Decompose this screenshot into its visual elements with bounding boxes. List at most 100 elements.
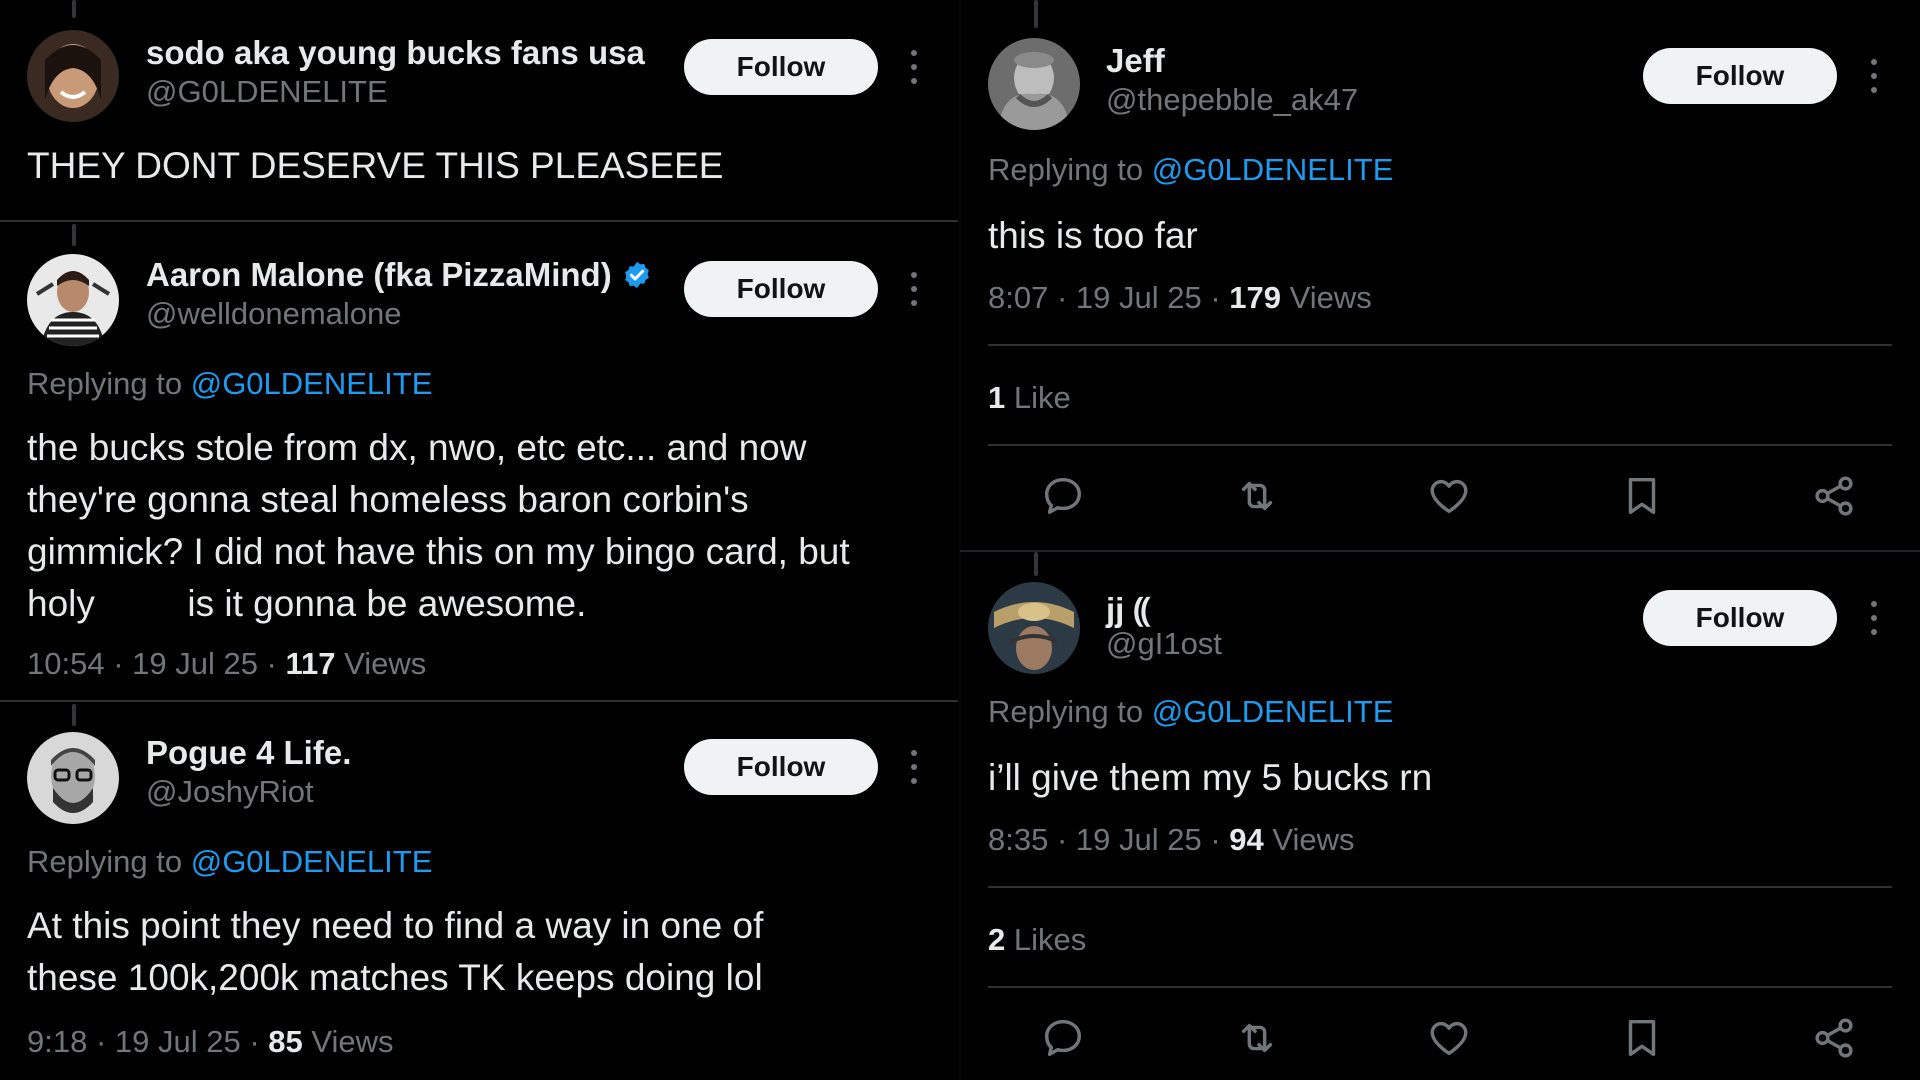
- follow-button[interactable]: Follow: [1643, 48, 1837, 104]
- like-icon[interactable]: [1423, 1012, 1475, 1064]
- mention-link[interactable]: @G0LDENELITE: [191, 366, 433, 401]
- verified-badge-icon: [622, 260, 652, 290]
- left-column: sodo aka young bucks fans usa @G0LDENELI…: [0, 0, 960, 1080]
- right-column: Jeff @thepebble_ak47 Follow Replying to …: [960, 0, 1920, 1080]
- tweet-meta: 8:35 · 19 Jul 25 · 94 Views: [988, 822, 1354, 858]
- divider: [988, 986, 1892, 988]
- bookmark-icon[interactable]: [1616, 1012, 1668, 1064]
- text-line: they're gonna steal homeless baron corbi…: [27, 479, 749, 520]
- thread-line: [72, 704, 76, 726]
- text-line: gimmick? I did not have this on my bingo…: [27, 531, 850, 572]
- timestamp[interactable]: 9:18 · 19 Jul 25 ·: [27, 1024, 268, 1059]
- tweet-meta: 8:07 · 19 Jul 25 · 179 Views: [988, 280, 1372, 316]
- follow-button[interactable]: Follow: [684, 739, 878, 795]
- mention-link[interactable]: @G0LDENELITE: [191, 844, 433, 879]
- follow-button[interactable]: Follow: [1643, 590, 1837, 646]
- display-name[interactable]: sodo aka young bucks fans usa: [146, 34, 645, 72]
- avatar[interactable]: [988, 582, 1080, 674]
- likes-label: Like: [1005, 380, 1071, 415]
- retweet-icon[interactable]: [1231, 1012, 1283, 1064]
- mention-link[interactable]: @G0LDENELITE: [1152, 152, 1394, 187]
- timestamp[interactable]: 10:54 · 19 Jul 25 ·: [27, 646, 286, 681]
- name-row: Aaron Malone (fka PizzaMind): [146, 256, 652, 294]
- views-label: Views: [335, 646, 427, 681]
- more-options-icon[interactable]: [909, 50, 919, 84]
- likes-count: 1: [988, 380, 1006, 415]
- handle[interactable]: @thepebble_ak47: [1106, 82, 1358, 118]
- replying-label: Replying to: [988, 152, 1152, 187]
- follow-button[interactable]: Follow: [684, 39, 878, 95]
- tweet-meta: 10:54 · 19 Jul 25 · 117 Views: [27, 646, 426, 682]
- views-label: Views: [1280, 280, 1372, 315]
- replying-to: Replying to @G0LDENELITE: [988, 694, 1393, 730]
- action-bar: [960, 1012, 1920, 1072]
- views-label: Views: [302, 1024, 394, 1059]
- divider: [988, 444, 1892, 446]
- tweet[interactable]: sodo aka young bucks fans usa @G0LDENELI…: [0, 0, 960, 222]
- tweet[interactable]: Jeff @thepebble_ak47 Follow Replying to …: [960, 0, 1920, 552]
- reply-icon[interactable]: [1037, 1012, 1089, 1064]
- timestamp[interactable]: 8:35 · 19 Jul 25 ·: [988, 822, 1229, 857]
- avatar[interactable]: [27, 30, 119, 122]
- tweet-text: the bucks stole from dx, nwo, etc etc...…: [27, 422, 947, 630]
- tweet-text: At this point they need to find a way in…: [27, 900, 947, 1004]
- avatar[interactable]: [27, 732, 119, 824]
- reply-icon[interactable]: [1037, 470, 1089, 522]
- more-options-icon[interactable]: [1869, 59, 1879, 93]
- mention-link[interactable]: @G0LDENELITE: [1152, 694, 1394, 729]
- likes-count: 2: [988, 922, 1006, 957]
- likes-summary[interactable]: 1 Like: [988, 380, 1071, 416]
- text-line: At this point they need to find a way in…: [27, 905, 764, 946]
- replying-to: Replying to @G0LDENELITE: [988, 152, 1393, 188]
- views-count: 94: [1229, 822, 1264, 857]
- share-icon[interactable]: [1808, 470, 1860, 522]
- tweet[interactable]: Aaron Malone (fka PizzaMind) @welldonema…: [0, 222, 960, 702]
- more-options-icon[interactable]: [909, 272, 919, 306]
- follow-button[interactable]: Follow: [684, 261, 878, 317]
- share-icon[interactable]: [1808, 1012, 1860, 1064]
- name-row: jj ⸨: [1106, 586, 1150, 631]
- action-bar: [960, 470, 1920, 530]
- like-icon[interactable]: [1423, 470, 1475, 522]
- avatar[interactable]: [988, 38, 1080, 130]
- more-options-icon[interactable]: [909, 750, 919, 784]
- replying-label: Replying to: [27, 366, 191, 401]
- display-name[interactable]: Aaron Malone (fka PizzaMind): [146, 256, 612, 294]
- tweet[interactable]: jj ⸨ @gI1ost Follow Replying to @G0LDENE…: [960, 552, 1920, 1080]
- bookmark-icon[interactable]: [1616, 470, 1668, 522]
- name-row: Jeff: [1106, 42, 1165, 80]
- tweet[interactable]: Pogue 4 Life. @JoshyRiot Follow Replying…: [0, 702, 960, 1080]
- replying-to: Replying to @G0LDENELITE: [27, 366, 432, 402]
- thread-line: [1034, 552, 1038, 576]
- handle[interactable]: @welldonemalone: [146, 296, 402, 332]
- divider: [988, 344, 1892, 346]
- handle[interactable]: @JoshyRiot: [146, 774, 314, 810]
- display-name[interactable]: jj ⸨: [1106, 586, 1150, 631]
- display-name[interactable]: Jeff: [1106, 42, 1165, 80]
- likes-summary[interactable]: 2 Likes: [988, 922, 1086, 958]
- thread-line: [72, 224, 76, 246]
- tweet-text: this is too far: [988, 215, 1198, 256]
- text-line: holy is it gonna be awesome.: [27, 583, 587, 624]
- retweet-icon[interactable]: [1231, 470, 1283, 522]
- replying-to: Replying to @G0LDENELITE: [27, 844, 432, 880]
- name-row: Pogue 4 Life.: [146, 734, 351, 772]
- views-count: 85: [268, 1024, 303, 1059]
- tweet-text: i’ll give them my 5 bucks rn: [988, 757, 1433, 798]
- handle[interactable]: @gI1ost: [1106, 626, 1222, 662]
- timestamp[interactable]: 8:07 · 19 Jul 25 ·: [988, 280, 1229, 315]
- name-row: sodo aka young bucks fans usa: [146, 34, 645, 72]
- text-line: these 100k,200k matches TK keeps doing l…: [27, 957, 763, 998]
- more-options-icon[interactable]: [1869, 601, 1879, 635]
- likes-label: Likes: [1005, 922, 1087, 957]
- text-line: the bucks stole from dx, nwo, etc etc...…: [27, 427, 807, 468]
- display-name[interactable]: Pogue 4 Life.: [146, 734, 351, 772]
- handle[interactable]: @G0LDENELITE: [146, 74, 388, 110]
- replying-label: Replying to: [988, 694, 1152, 729]
- thread-line: [72, 0, 76, 18]
- views-label: Views: [1263, 822, 1355, 857]
- tweet-text: THEY DONT DESERVE THIS PLEASEEE: [27, 145, 724, 186]
- views-count: 117: [285, 646, 336, 681]
- avatar[interactable]: [27, 254, 119, 346]
- thread-line: [1034, 0, 1038, 28]
